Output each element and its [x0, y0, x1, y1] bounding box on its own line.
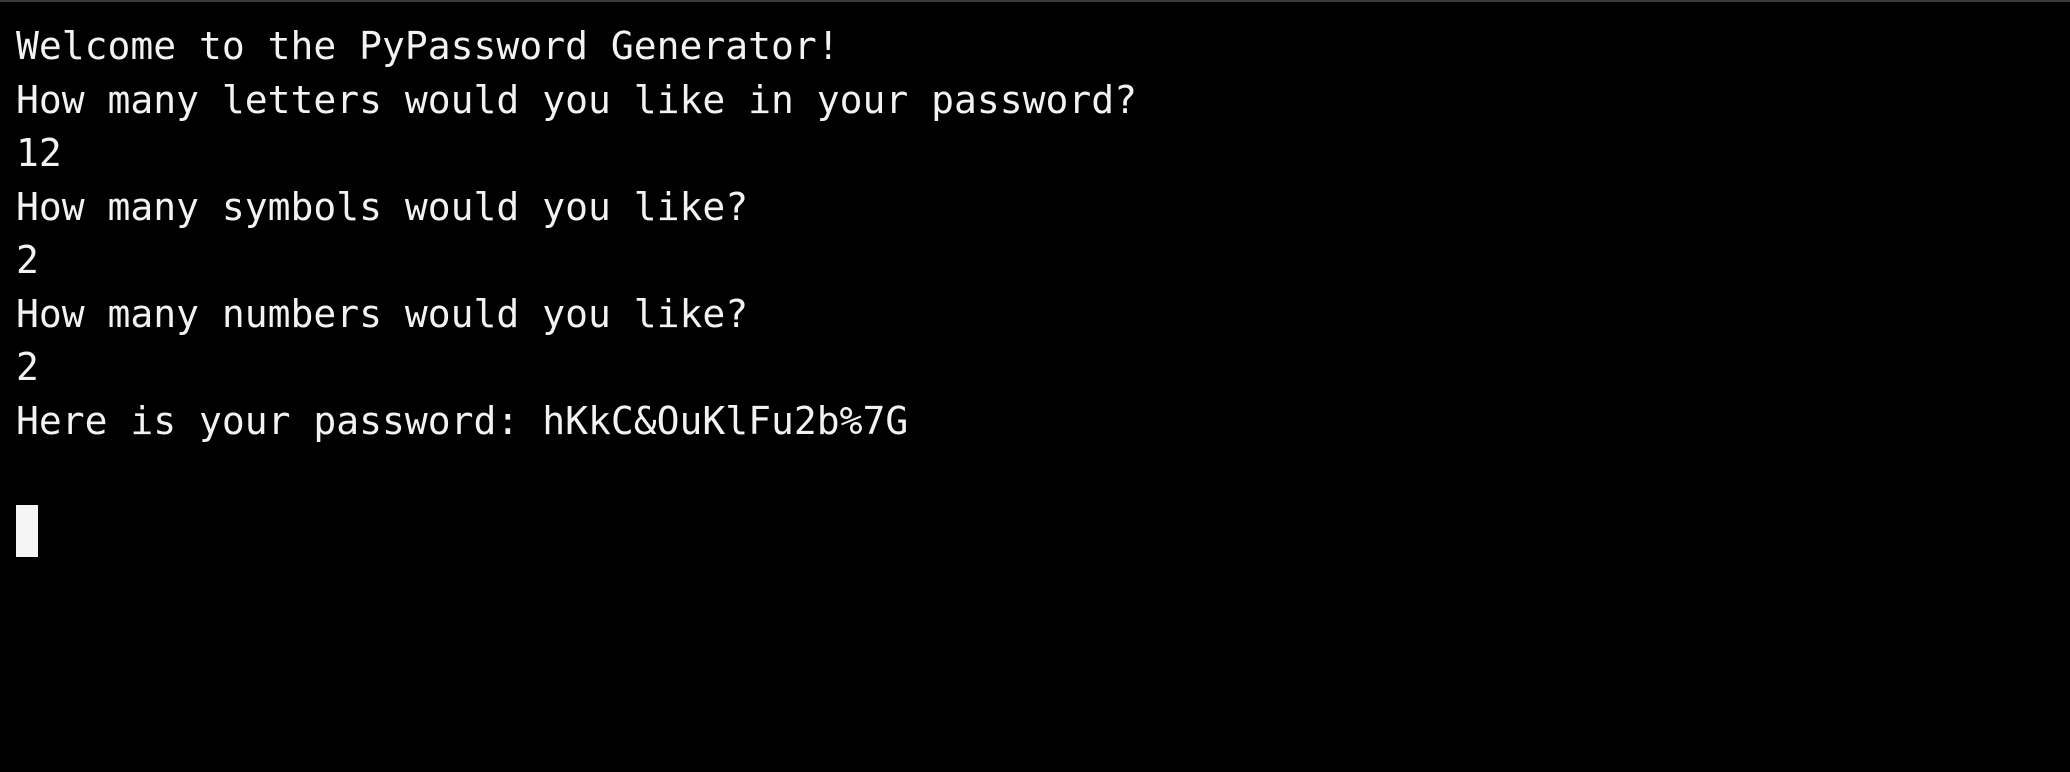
symbols-input: 2	[16, 238, 39, 282]
terminal-window[interactable]: Welcome to the PyPassword Generator! How…	[0, 0, 2070, 772]
password-output: Here is your password: hKkC&OuKlFu2b%7G	[16, 398, 909, 443]
welcome-message: Welcome to the PyPassword Generator!	[16, 24, 840, 68]
symbols-prompt: How many symbols would you like?	[16, 184, 749, 229]
numbers-prompt: How many numbers would you like?	[16, 291, 749, 336]
input-line[interactable]	[16, 502, 2070, 565]
letters-prompt: How many letters would you like in your …	[16, 77, 1138, 122]
letters-input: 12	[16, 131, 62, 175]
numbers-input: 2	[16, 345, 39, 389]
text-cursor	[16, 504, 38, 557]
